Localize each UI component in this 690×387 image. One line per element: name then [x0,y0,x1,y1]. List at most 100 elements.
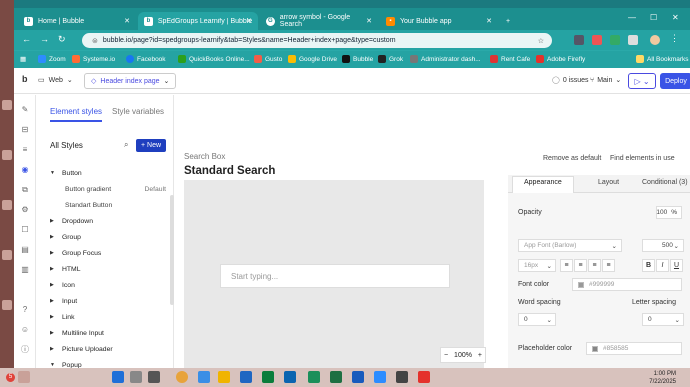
style-row-multiline-input[interactable]: ▶ Multiline Input [50,325,170,341]
tab-conditional[interactable]: Conditional (3) [642,179,688,186]
app-icon[interactable] [396,371,408,383]
design-icon[interactable]: ✎ [20,105,30,115]
style-row-picture-uploader[interactable]: ▶ Picture Uploader [50,341,170,357]
branch-selector[interactable]: ⑂ Main ⌄ [590,76,621,85]
align-center-icon[interactable]: ≡ [574,259,587,272]
close-icon[interactable]: ✕ [366,17,372,25]
tab-element-styles[interactable]: Element styles [50,107,102,116]
minimize-icon[interactable]: — [628,13,636,22]
forward-icon[interactable]: → [40,34,49,44]
browser-tab-home[interactable]: b Home | Bubble ✕ [18,12,136,30]
remove-default-link[interactable]: Remove as default [543,155,601,162]
adobe-icon[interactable] [418,371,430,383]
bubble-logo[interactable]: b [22,74,28,84]
style-row-button[interactable]: ▼ Button [50,165,170,181]
zoom-in-icon[interactable]: + [478,352,482,359]
extension-icon[interactable] [610,35,620,45]
zoom-icon[interactable] [374,371,386,383]
align-left-icon[interactable]: ≡ [560,259,573,272]
font-color-input[interactable]: #999999 [572,278,682,291]
bookmark-systeme[interactable]: Systeme.io [72,55,115,63]
bookmark-gusto[interactable]: Gusto [254,55,282,63]
chat-icon[interactable]: ☐ [20,225,30,235]
word-spacing-input[interactable]: 0 ⌄ [518,313,556,326]
bookmark-bubble[interactable]: Bubble [342,55,373,63]
style-name-title[interactable]: Standard Search [184,165,275,177]
browser-tab-google[interactable]: G arrow symbol - Google Search ✕ [260,12,378,30]
desktop-icon[interactable] [2,250,12,260]
page-selector[interactable]: ◇ Header index page ⌄ [84,73,177,89]
bookmark-rentcafe[interactable]: Rent Cafe [490,55,530,63]
desktop-icon[interactable] [2,150,12,160]
desktop-icon[interactable] [2,200,12,210]
browser-tab-editor[interactable]: b SpEdGroups Learnify | Bubble E ✕ [138,12,258,30]
task-view-icon[interactable] [148,371,160,383]
align-justify-icon[interactable]: ≡ [602,259,615,272]
avatar[interactable] [650,35,660,45]
style-row-group[interactable]: ▶ Group [50,229,170,245]
word-icon[interactable] [352,371,364,383]
excel-icon[interactable] [330,371,342,383]
chart-icon[interactable]: ▥ [20,265,30,275]
desktop-icon[interactable] [2,100,12,110]
community-icon[interactable]: ☺ [20,325,30,335]
close-window-icon[interactable]: ✕ [672,13,679,22]
placeholder-color-input[interactable]: #858585 [586,342,682,355]
browser-tab-app[interactable]: ▪ Your Bubble app ✕ [380,12,498,30]
workflow-icon[interactable]: ⊟ [20,125,30,135]
extension-icon[interactable] [592,35,602,45]
tab-layout[interactable]: Layout [598,179,619,186]
logs-icon[interactable]: ▤ [20,245,30,255]
reload-icon[interactable]: ↻ [58,34,66,45]
bookmark-grok[interactable]: Grok [378,55,403,63]
help-icon[interactable]: ? [20,305,30,315]
bookmark-admin[interactable]: Administrator dash... [410,55,481,63]
edge-icon[interactable] [240,371,252,383]
zoom-out-icon[interactable]: − [444,352,448,359]
style-row-button-gradient[interactable]: Button gradient Default [50,181,170,197]
search-icon[interactable]: ⌕ [124,140,128,150]
style-row-group-focus[interactable]: ▶ Group Focus [50,245,170,261]
bookmark-firefly[interactable]: Adobe Firefly [536,55,585,63]
italic-icon[interactable]: I [656,259,669,272]
find-elements-link[interactable]: Find elements in use [610,155,675,162]
styles-icon[interactable]: ◉ [20,165,30,175]
bookmark-facebook[interactable]: Facebook [126,55,166,63]
bookmark-drive[interactable]: Google Drive [288,55,337,63]
outlook-icon[interactable] [284,371,296,383]
file-explorer-icon[interactable] [218,371,230,383]
close-icon[interactable]: ✕ [486,17,492,25]
bookmark-zoom[interactable]: Zoom [38,55,66,63]
extensions-puzzle-icon[interactable] [628,35,638,45]
plugins-icon[interactable]: ⧉ [20,185,30,195]
info-icon[interactable]: ⓘ [20,345,30,355]
search-icon[interactable] [130,371,142,383]
style-row-dropdown[interactable]: ▶ Dropdown [50,213,170,229]
site-info-icon[interactable]: ⊜ [92,37,98,45]
all-bookmarks[interactable]: All Bookmarks [636,55,689,63]
underline-icon[interactable]: U [670,259,683,272]
clock[interactable]: 1:00 PM 7/22/2025 [649,370,676,386]
back-icon[interactable]: ← [22,34,31,44]
opacity-input[interactable]: 100% [656,206,682,219]
copilot-icon[interactable] [198,371,210,383]
menu-kebab-icon[interactable]: ⋮ [670,33,679,44]
style-row-icon[interactable]: ▶ Icon [50,277,170,293]
preview-button[interactable]: ▷ ⌄ [628,73,656,89]
font-family-select[interactable]: App Font (Barlow) ⌄ [518,239,622,252]
desktop-icon[interactable] [2,300,12,310]
style-row-input[interactable]: ▶ Input [50,293,170,309]
store-icon[interactable] [262,371,274,383]
style-row-html[interactable]: ▶ HTML [50,261,170,277]
letter-spacing-input[interactable]: 0 ⌄ [642,313,684,326]
tab-style-variables[interactable]: Style variables [112,107,164,116]
search-icon[interactable] [18,371,30,383]
tab-appearance[interactable]: Appearance [524,179,562,186]
extension-icon[interactable] [574,35,584,45]
close-icon[interactable]: ✕ [124,17,130,25]
issues-indicator[interactable]: ◯ 0 issues [552,76,589,85]
apps-grid-icon[interactable]: ▦ [20,55,26,63]
windows-start-icon[interactable] [112,371,124,383]
maximize-icon[interactable]: ☐ [650,13,657,22]
bookmark-star-icon[interactable]: ☆ [538,37,544,45]
